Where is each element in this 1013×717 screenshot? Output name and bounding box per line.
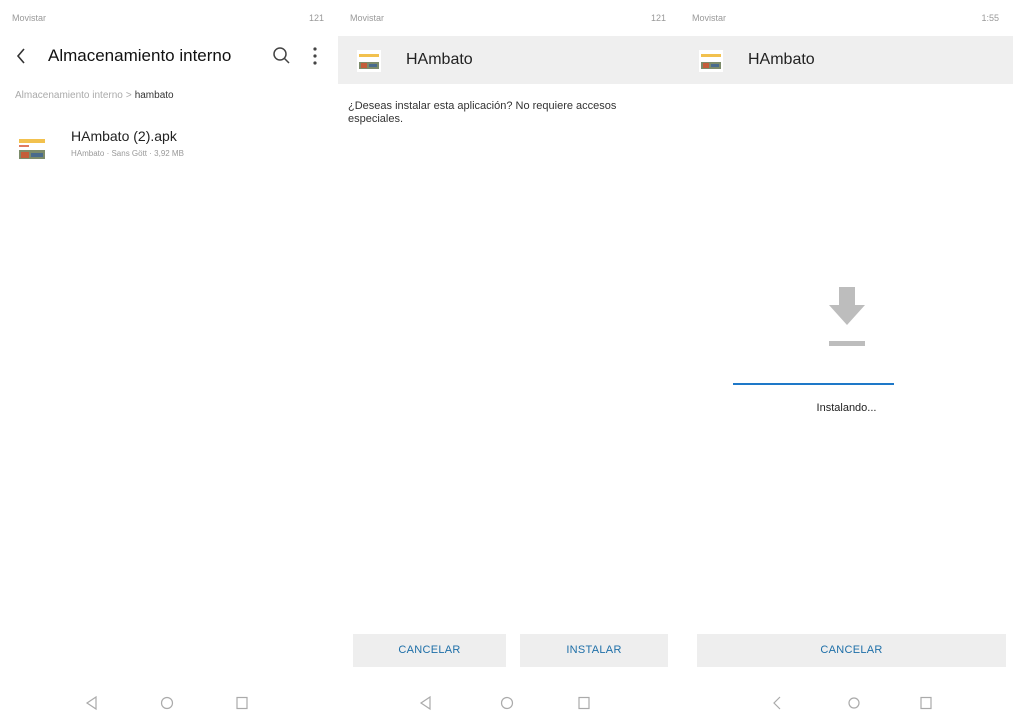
app-name: HAmbato (748, 51, 815, 68)
breadcrumb-current: hambato (134, 90, 174, 101)
nav-back-icon[interactable] (768, 695, 786, 711)
cancel-button[interactable]: CANCELAR (697, 634, 1006, 667)
nav-back-icon[interactable] (417, 695, 435, 711)
nav-recents-icon[interactable] (575, 695, 593, 711)
nav-home-icon[interactable] (498, 695, 516, 711)
installing-status: Instalando... (816, 402, 877, 414)
status-right: 1:55 (981, 13, 999, 23)
download-icon (829, 287, 865, 346)
cancel-button[interactable]: CANCELAR (353, 634, 506, 667)
status-bar: Movistar 121 (0, 0, 338, 36)
apk-file-icon (17, 134, 47, 164)
file-name: HAmbato (2).apk (71, 128, 177, 144)
back-button[interactable] (6, 40, 36, 74)
install-button[interactable]: INSTALAR (520, 634, 668, 667)
install-question: ¿Deseas instalar esta aplicación? No req… (348, 100, 617, 125)
nav-back-icon[interactable] (83, 695, 101, 711)
navigation-bar (680, 687, 1013, 717)
search-icon (273, 47, 290, 64)
file-meta: HAmbato · Sans Gött · 3,92 MB (71, 149, 184, 158)
app-name: HAmbato (406, 51, 473, 68)
breadcrumb-root[interactable]: Almacenamiento interno (15, 90, 123, 101)
install-progress-fill (733, 383, 894, 385)
carrier-label: Movistar (12, 13, 47, 23)
install-prompt-screen: Movistar 121 HAmbato ¿Deseas instalar es… (338, 0, 680, 717)
status-bar: Movistar 1:55 (680, 0, 1013, 36)
more-vert-icon (313, 47, 317, 65)
app-header: HAmbato (680, 36, 1013, 84)
app-icon (699, 50, 723, 72)
carrier-label: Movistar (692, 13, 727, 23)
nav-home-icon[interactable] (158, 695, 176, 711)
app-icon (357, 50, 381, 72)
status-right: 121 (308, 13, 324, 23)
nav-recents-icon[interactable] (233, 695, 251, 711)
app-header: HAmbato (338, 36, 680, 84)
nav-home-icon[interactable] (845, 695, 863, 711)
install-progress-bar (733, 383, 894, 385)
back-arrow-icon (16, 48, 25, 64)
breadcrumb-separator: > (125, 90, 132, 101)
breadcrumb: Almacenamiento interno > hambato (15, 90, 174, 101)
navigation-bar (338, 687, 680, 717)
file-list-item[interactable]: HAmbato (2).apk HAmbato · Sans Gött · 3,… (10, 118, 330, 172)
installing-screen: Movistar 1:55 HAmbato Instalando... CANC… (680, 0, 1013, 717)
file-manager-screen: Movistar 121 Almacenamiento interno Alma… (0, 0, 338, 717)
carrier-label: Movistar (350, 13, 385, 23)
search-button[interactable] (267, 41, 297, 71)
status-bar: Movistar 121 (338, 0, 680, 36)
nav-recents-icon[interactable] (917, 695, 935, 711)
more-options-button[interactable] (304, 41, 326, 71)
status-right: 121 (650, 13, 666, 23)
navigation-bar (0, 687, 338, 717)
page-title: Almacenamiento interno (48, 46, 232, 65)
